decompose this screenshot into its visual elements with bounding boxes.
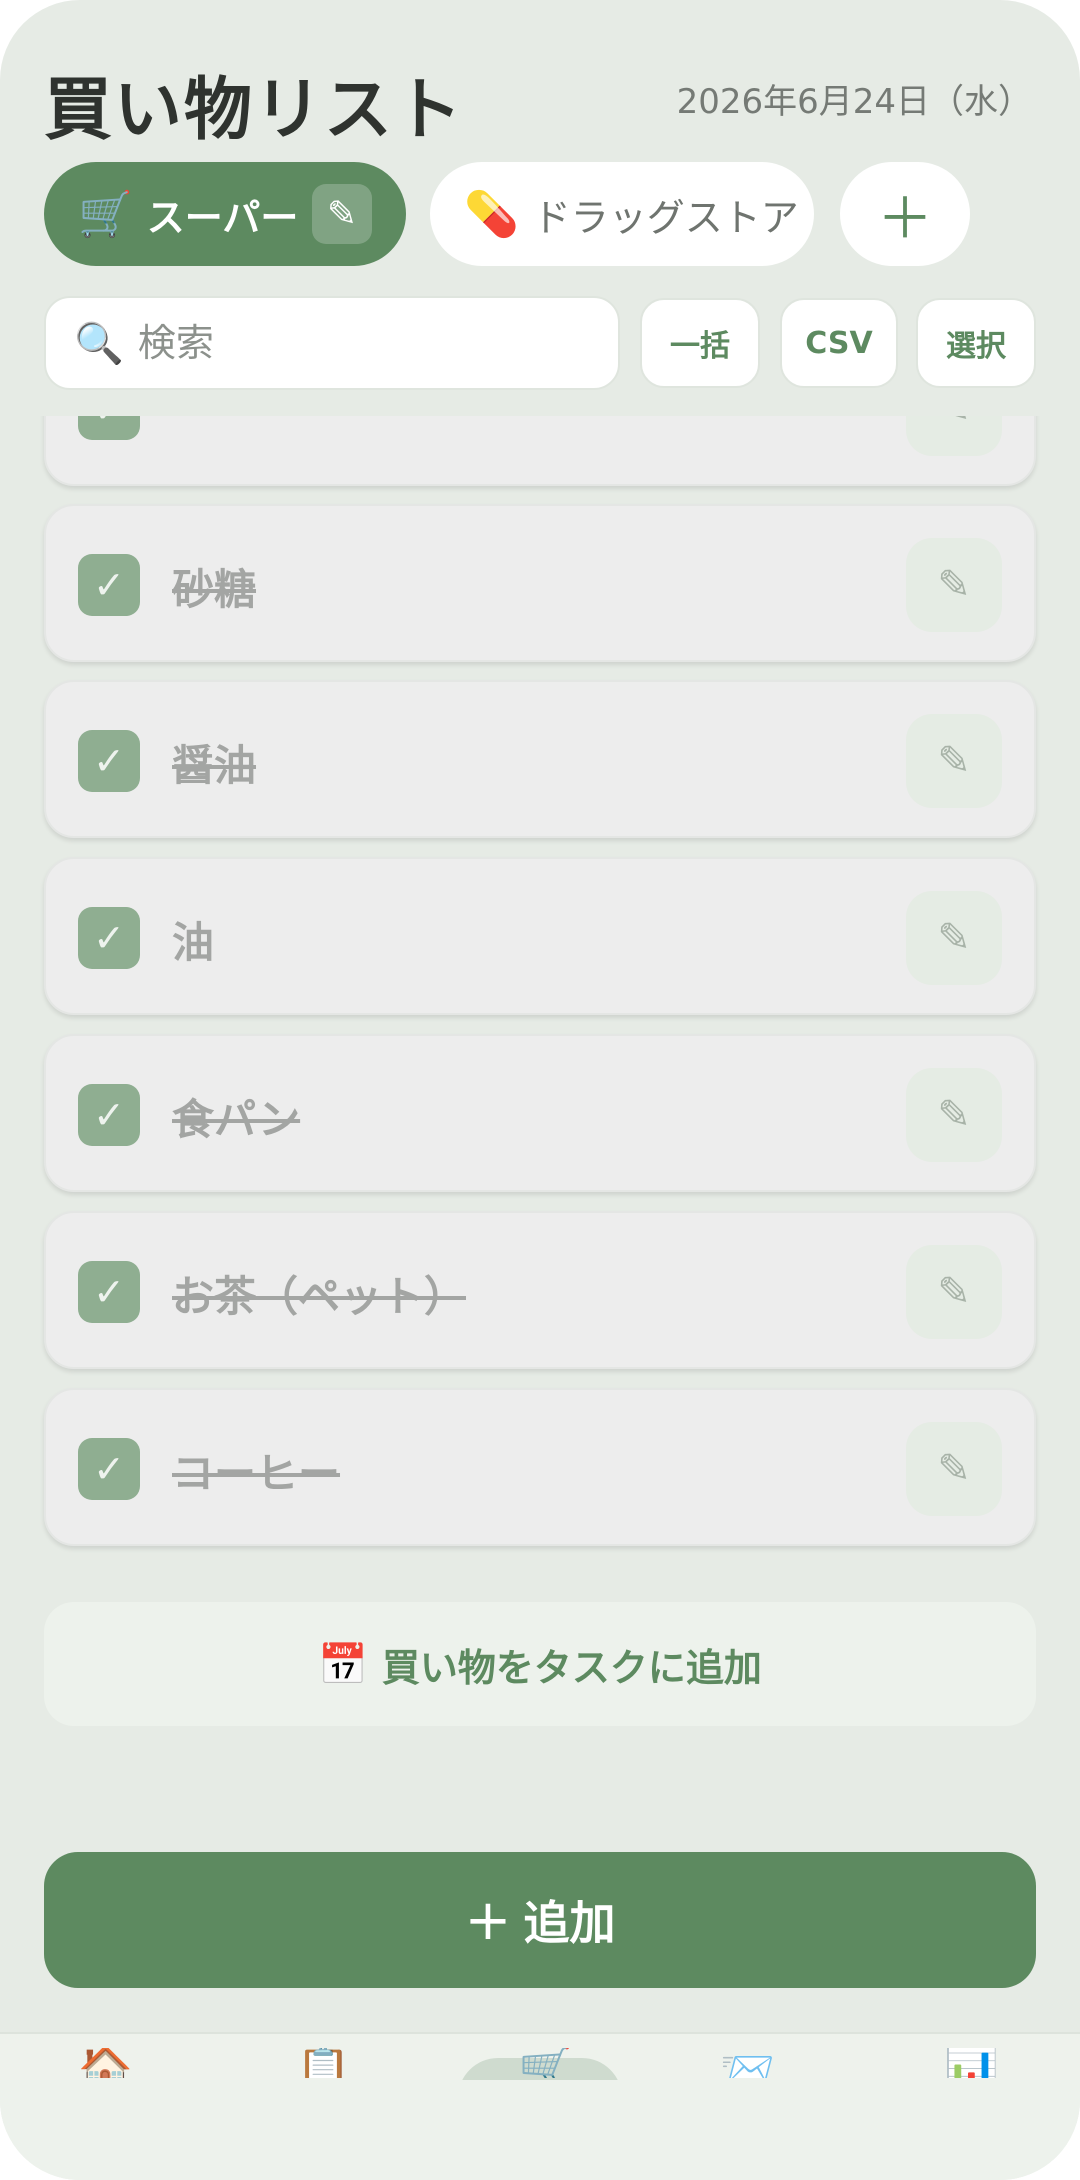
edit-tab-button[interactable]: ✎ [312,184,372,244]
select-button[interactable]: 選択 [916,298,1036,388]
edit-item-button[interactable]: ✎ [906,891,1002,985]
edit-item-button[interactable]: ✎ [906,1068,1002,1162]
csv-button[interactable]: CSV [780,298,898,388]
item-list: ✓ ✎ ✓ 砂糖 ✎ ✓ 醤油 ✎ ✓ 油 ✎ ✓ 食パン ✎ ✓ お茶（ペット… [0,416,1080,1596]
tab-supermarket[interactable]: 🛒 スーパー ✎ [44,162,406,266]
cart-icon: 🛒 [78,189,133,240]
list-item-partial[interactable]: ✓ ✎ [44,416,1036,486]
nav-mail[interactable]: 📨 [720,2048,775,2078]
item-label: お茶（ペット） [172,1272,467,1321]
bulk-button[interactable]: 一括 [640,298,760,388]
nav-shopping[interactable]: 🛒 [518,2048,573,2078]
item-label: 砂糖 [172,565,257,614]
item-label: 食パン [172,1095,301,1144]
item-label: 醤油 [172,741,257,790]
edit-item-button[interactable]: ✎ [906,538,1002,632]
add-item-label: 追加 [523,1896,616,1950]
search-input[interactable] [137,321,598,365]
list-item[interactable]: ✓ お茶（ペット） ✎ [44,1211,1036,1369]
list-item[interactable]: ✓ 醤油 ✎ [44,680,1036,838]
add-tab-button[interactable]: ＋ [840,162,970,266]
plus-icon: + [464,1887,512,1953]
page-title: 買い物リスト [44,71,465,150]
checkbox[interactable]: ✓ [78,1261,140,1323]
search-box[interactable]: 🔍 [44,296,620,390]
app-screen: 買い物リスト 2026年6月24日（水） 🛒 スーパー ✎ 💊 ドラッグストア … [0,0,1080,2180]
search-icon: 🔍 [74,320,124,367]
tab-label: ドラッグストア [532,195,799,240]
edit-item-button[interactable]: ✎ [906,1245,1002,1339]
checkbox[interactable]: ✓ [78,554,140,616]
calendar-icon: 📅 [318,1641,368,1688]
nav-bar-lower [0,2080,1080,2180]
nav-stats[interactable]: 📊 [944,2048,999,2078]
item-label: 油 [172,918,215,967]
mail-icon: 📨 [720,2048,775,2078]
list-item[interactable]: ✓ コーヒー ✎ [44,1388,1036,1546]
checkbox[interactable]: ✓ [78,907,140,969]
add-to-tasks-label: 買い物をタスクに追加 [381,1645,762,1690]
checkbox[interactable]: ✓ [78,1084,140,1146]
list-item[interactable]: ✓ 食パン ✎ [44,1034,1036,1192]
checkbox[interactable]: ✓ [78,730,140,792]
nav-tasks[interactable]: 📋 [296,2048,351,2078]
list-item[interactable]: ✓ 油 ✎ [44,857,1036,1015]
edit-item-button[interactable]: ✎ [906,416,1002,456]
checkbox[interactable]: ✓ [78,416,140,440]
clipboard-icon: 📋 [296,2048,351,2078]
tab-label: スーパー [146,195,299,240]
checkbox[interactable]: ✓ [78,1438,140,1500]
pill-icon: 💊 [464,189,519,240]
nav-home[interactable]: 🏠 [78,2048,133,2078]
tab-drugstore[interactable]: 💊 ドラッグストア [430,162,814,266]
list-item[interactable]: ✓ 砂糖 ✎ [44,504,1036,662]
chart-icon: 📊 [944,2048,999,2078]
edit-item-button[interactable]: ✎ [906,1422,1002,1516]
edit-item-button[interactable]: ✎ [906,714,1002,808]
home-icon: 🏠 [78,2048,133,2078]
cart-icon: 🛒 [518,2048,573,2078]
add-to-tasks-button[interactable]: 📅 買い物をタスクに追加 [44,1602,1036,1726]
item-label: コーヒー [172,1449,341,1498]
add-item-button[interactable]: + 追加 [44,1852,1036,1988]
date-label: 2026年6月24日（水） [676,82,1032,122]
